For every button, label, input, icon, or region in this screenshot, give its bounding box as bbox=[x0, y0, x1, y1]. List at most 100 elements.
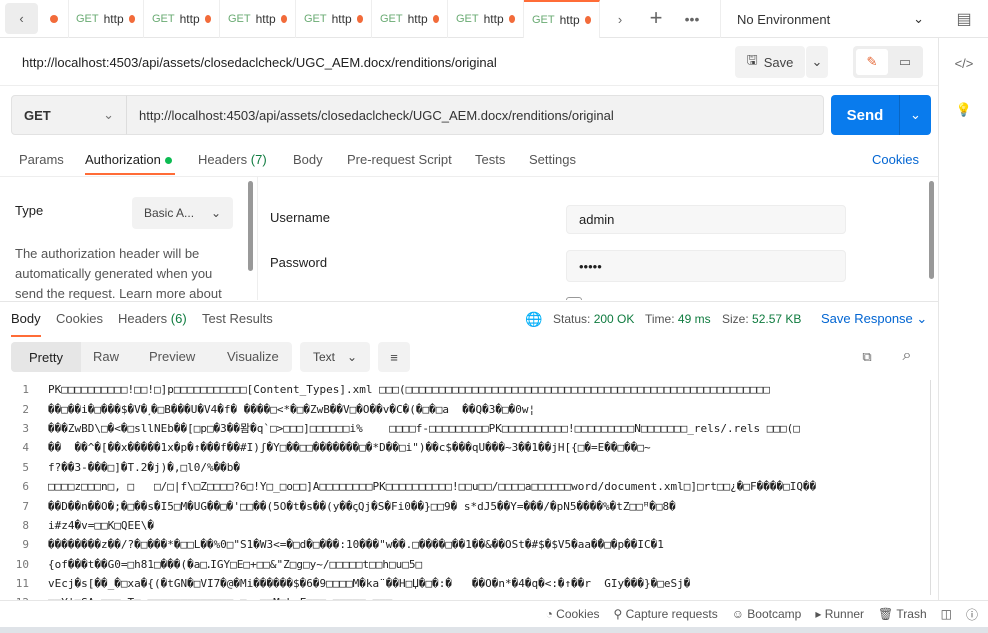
tab-pre-request-script[interactable]: Pre-request Script bbox=[347, 152, 452, 167]
two-pane-icon[interactable]: ◫ bbox=[941, 607, 952, 621]
tab-headers[interactable]: Headers (7) bbox=[198, 152, 267, 167]
method-select[interactable]: GET ⌄ bbox=[11, 95, 127, 135]
save-options-button[interactable]: ⌄ bbox=[806, 46, 828, 78]
scrollbar[interactable] bbox=[248, 181, 253, 271]
scrollbar[interactable] bbox=[930, 380, 931, 595]
status-bar: ◔ Cookies ⚲ Capture requests ☺ Bootcamp … bbox=[0, 600, 988, 627]
tab-test-results[interactable]: Test Results bbox=[202, 311, 273, 326]
request-tab[interactable]: GET http bbox=[220, 0, 296, 38]
trash-button[interactable]: 🗑 Trash bbox=[878, 607, 927, 621]
url-input[interactable]: http://localhost:4503/api/assets/closeda… bbox=[126, 95, 824, 135]
taskbar-edge bbox=[0, 627, 988, 633]
request-title[interactable]: http://localhost:4503/api/assets/closeda… bbox=[22, 55, 497, 70]
tab-label: http bbox=[331, 12, 352, 26]
tab-response-headers-label: Headers bbox=[118, 311, 168, 326]
type-label: Type bbox=[15, 203, 44, 218]
help-icon[interactable]: ⓘ bbox=[966, 606, 978, 623]
tabs-scroll-right-icon[interactable]: › bbox=[610, 9, 630, 29]
request-tab[interactable]: GET http bbox=[144, 0, 220, 38]
line-number: 1 bbox=[22, 383, 29, 397]
tab-tests[interactable]: Tests bbox=[475, 152, 505, 167]
capture-requests-button[interactable]: ⚲ Capture requests bbox=[614, 607, 718, 621]
code-line: 5 f?��3-���□]�T.2�j)�,□l0/%��b� bbox=[0, 458, 938, 477]
send-options-chevron-icon[interactable]: ⌄ bbox=[900, 107, 931, 123]
active-tab-indicator bbox=[85, 173, 175, 175]
bootcamp-button[interactable]: ☺ Bootcamp bbox=[732, 607, 802, 621]
chevron-down-icon: ⌄ bbox=[346, 350, 358, 364]
request-tab[interactable]: GET http bbox=[68, 0, 144, 38]
lightbulb-icon[interactable]: 💡 bbox=[953, 100, 975, 120]
auth-type-select[interactable]: Basic A... ⌄ bbox=[132, 197, 233, 229]
view-preview[interactable]: Preview bbox=[149, 349, 195, 364]
line-content: f?��3-���□]�T.2�j)�,□l0/%��b� bbox=[48, 460, 241, 474]
password-label: Password bbox=[270, 255, 328, 270]
search-icon[interactable]: ⌕ bbox=[897, 346, 917, 366]
tab-method: GET bbox=[304, 13, 327, 25]
code-line: 6 □□□□z□□□n□, □ □/□|f\□Z□□□□?6□!Y□_□o□□]A… bbox=[0, 477, 938, 496]
code-icon[interactable]: </> bbox=[953, 53, 975, 73]
environment-select[interactable]: No Environment ⌄ bbox=[720, 0, 940, 38]
format-select[interactable]: Text ⌄ bbox=[300, 342, 370, 372]
environment-quick-look-icon[interactable]: ▤ bbox=[954, 8, 974, 30]
code-line: 11 vEcj�s[��_�□xa�{(�tGN�□VI7�@�Mi������$… bbox=[0, 574, 938, 593]
response-headers-count: (6) bbox=[170, 311, 187, 326]
scrollbar[interactable] bbox=[929, 181, 934, 279]
wrap-lines-icon[interactable]: ≡ bbox=[378, 342, 410, 372]
tab-method: GET bbox=[76, 13, 99, 25]
save-icon: 🖫 bbox=[746, 52, 758, 67]
view-pretty[interactable]: Pretty bbox=[11, 342, 81, 372]
password-input[interactable]: ••••• bbox=[566, 250, 846, 282]
code-line: 4 �� ��^�[��x�����1x�p�↑���f��#I)ʃ�Y□��□□… bbox=[0, 438, 938, 457]
cookies-link[interactable]: Cookies bbox=[872, 152, 919, 167]
line-content: vEcj�s[��_�□xa�{(�tGN�□VI7�@�Mi������$�6… bbox=[48, 577, 691, 591]
copy-icon[interactable]: ⧉ bbox=[858, 348, 876, 366]
unsaved-dot-icon bbox=[432, 15, 439, 23]
auth-type-panel: Type Basic A... ⌄ The authorization heade… bbox=[0, 176, 258, 300]
edit-icon[interactable]: ✎ bbox=[856, 49, 888, 75]
line-number: 4 bbox=[22, 441, 29, 455]
globe-icon[interactable]: 🌐 bbox=[525, 311, 542, 328]
tab-body[interactable]: Body bbox=[293, 152, 323, 167]
code-line: 10 {of���t��G0=□h81□���(�a□ꓸIGY□E□+□□&"Z□… bbox=[0, 555, 938, 574]
view-visualize[interactable]: Visualize bbox=[227, 349, 279, 364]
environment-label: No Environment bbox=[737, 11, 831, 27]
line-content: PK□□□□□□□□□□!□□!□]p□□□□□□□□□□□[Content_T… bbox=[48, 383, 770, 397]
tab-response-headers[interactable]: Headers (6) bbox=[118, 311, 187, 326]
line-content: ��������z��/?�□���*�□□L��%0□"S1�W3<=�□d�… bbox=[48, 538, 664, 552]
request-tab[interactable]: GET http bbox=[448, 0, 524, 38]
line-content: {of���t��G0=□h81□���(�a□ꓸIGY□E□+□□&"Z□g□… bbox=[48, 557, 423, 571]
cookies-status-button[interactable]: ◔ Cookies bbox=[546, 607, 600, 621]
method-value: GET bbox=[24, 107, 51, 123]
tab-response-cookies[interactable]: Cookies bbox=[56, 311, 103, 326]
response-body[interactable]: 1 PK□□□□□□□□□□!□□!□]p□□□□□□□□□□□[Content_… bbox=[0, 380, 938, 600]
tab-authorization[interactable]: Authorization bbox=[85, 152, 172, 167]
save-button[interactable]: 🖫 Save bbox=[735, 46, 805, 78]
save-response-button[interactable]: Save Response ⌄ bbox=[821, 311, 927, 327]
request-tab[interactable]: GET http bbox=[372, 0, 448, 38]
line-number: 10 bbox=[15, 557, 29, 571]
new-tab-icon[interactable]: + bbox=[646, 5, 666, 30]
tab-method: GET bbox=[380, 13, 403, 25]
code-line: 8 i#z4�v=□□K□QEE\� bbox=[0, 516, 938, 535]
tab-partial[interactable] bbox=[40, 0, 69, 38]
tab-response-body[interactable]: Body bbox=[11, 311, 41, 326]
line-number: 7 bbox=[22, 499, 29, 513]
code-line: 7 ��D��n��O�;�□��s�I5□M�UG��□�'□□��(5O�t�… bbox=[0, 496, 938, 515]
response-time: Time: 49 ms bbox=[645, 312, 711, 326]
request-tab[interactable]: GET http bbox=[524, 0, 600, 38]
show-password-checkbox[interactable] bbox=[566, 297, 582, 300]
username-input[interactable]: admin bbox=[566, 205, 846, 234]
request-tab[interactable]: GET http bbox=[296, 0, 372, 38]
tab-settings[interactable]: Settings bbox=[529, 152, 576, 167]
tab-params[interactable]: Params bbox=[19, 152, 64, 167]
url-value: http://localhost:4503/api/assets/closeda… bbox=[139, 107, 614, 123]
runner-button[interactable]: ▸ Runner bbox=[815, 607, 864, 621]
send-button[interactable]: Send ⌄ bbox=[831, 95, 931, 135]
more-icon[interactable]: ••• bbox=[682, 9, 702, 29]
comments-icon[interactable]: ▭ bbox=[890, 49, 920, 75]
tab-method: GET bbox=[152, 13, 175, 25]
right-sidebar: </> 💡 bbox=[938, 38, 988, 608]
view-raw[interactable]: Raw bbox=[93, 349, 119, 364]
tabs-scroll-left-button[interactable]: ‹ bbox=[5, 3, 38, 34]
unsaved-dot-icon bbox=[204, 15, 211, 23]
